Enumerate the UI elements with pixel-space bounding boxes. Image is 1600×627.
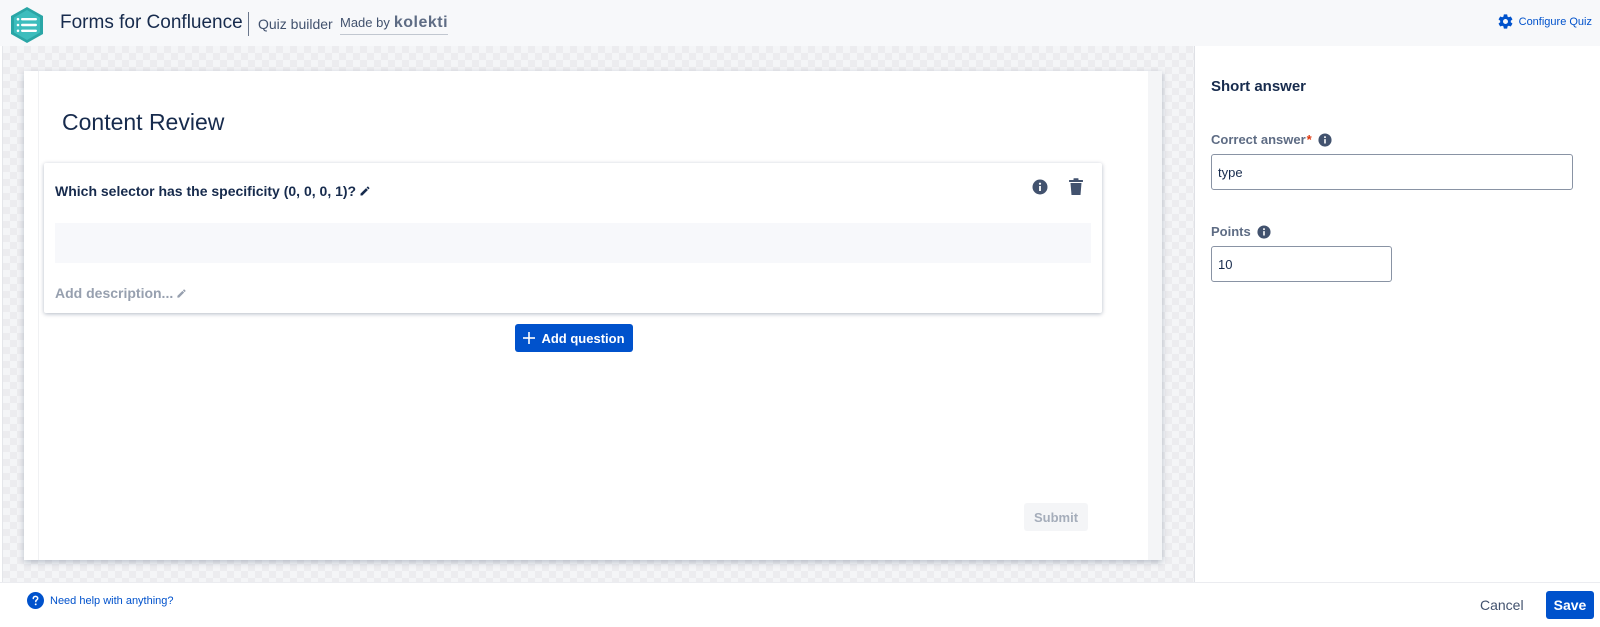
help-link[interactable]: Need help with anything? xyxy=(27,592,174,609)
made-by-text: Made by xyxy=(340,15,390,30)
help-circle-icon xyxy=(27,592,44,609)
add-question-button[interactable]: Add question xyxy=(515,324,633,352)
points-label: Points xyxy=(1211,224,1271,239)
quiz-builder-label: Quiz builder xyxy=(258,16,333,32)
configure-quiz-button[interactable]: Configure Quiz xyxy=(1497,13,1592,30)
form-card-scroll-strip xyxy=(1148,71,1162,560)
app-logo-icon[interactable] xyxy=(8,6,46,44)
app-footer: Need help with anything? Cancel Save xyxy=(0,582,1600,627)
pencil-icon[interactable] xyxy=(359,185,371,197)
question-text: Which selector has the specificity (0, 0… xyxy=(55,183,357,199)
cancel-button[interactable]: Cancel xyxy=(1470,591,1534,619)
points-input[interactable] xyxy=(1211,246,1392,282)
correct-answer-label-text: Correct answer xyxy=(1211,132,1306,147)
form-preview-card: Content Review Which selector has the sp… xyxy=(24,71,1162,560)
correct-answer-label: Correct answer * xyxy=(1211,132,1332,147)
help-text: Need help with anything? xyxy=(50,594,174,607)
answer-preview-area xyxy=(55,223,1091,263)
brand-name: kolekti xyxy=(393,14,449,31)
info-icon[interactable] xyxy=(1318,132,1332,147)
app-title: Forms for Confluence xyxy=(60,12,243,33)
add-question-label: Add question xyxy=(541,330,625,346)
correct-answer-input[interactable] xyxy=(1211,154,1573,190)
question-card[interactable]: Which selector has the specificity (0, 0… xyxy=(44,163,1102,313)
add-description-link[interactable]: Add description... xyxy=(55,285,187,301)
required-marker: * xyxy=(1306,132,1312,147)
pencil-icon xyxy=(177,288,186,298)
trash-icon[interactable] xyxy=(1068,178,1084,196)
configure-quiz-label: Configure Quiz xyxy=(1518,15,1592,28)
info-icon[interactable] xyxy=(1257,224,1271,239)
app-header: Forms for Confluence Quiz builder Made b… xyxy=(0,0,1600,46)
question-title[interactable]: Which selector has the specificity (0, 0… xyxy=(55,183,371,199)
header-divider xyxy=(248,12,249,36)
submit-button[interactable]: Submit xyxy=(1024,503,1088,531)
form-card-left-strip xyxy=(38,71,39,560)
save-button[interactable]: Save xyxy=(1546,591,1594,619)
gear-icon xyxy=(1498,14,1513,29)
form-title[interactable]: Content Review xyxy=(62,109,224,136)
panel-title: Short answer xyxy=(1211,78,1307,95)
points-label-text: Points xyxy=(1211,224,1251,239)
plus-icon xyxy=(523,332,536,344)
info-icon[interactable] xyxy=(1032,179,1048,195)
add-description-text: Add description... xyxy=(55,285,174,301)
question-settings-panel: Short answer Correct answer * Points xyxy=(1194,46,1600,582)
made-by-link[interactable]: Made by kolekti xyxy=(340,14,449,35)
